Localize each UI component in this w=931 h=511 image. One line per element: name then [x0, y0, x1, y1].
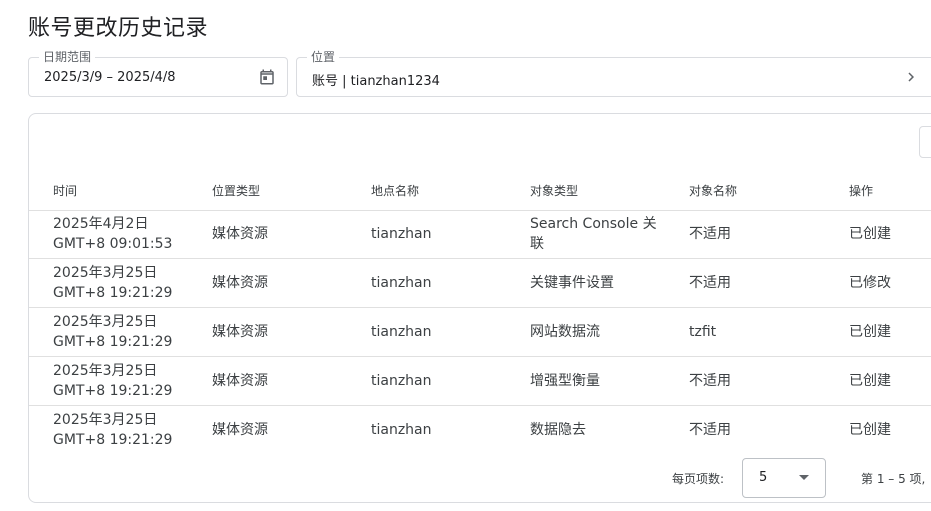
object-type-cell: 增强型衡量 [530, 373, 600, 389]
action-cell: 已修改 [849, 275, 891, 291]
location-field[interactable]: 位置 账号 | tianzhan1234 [296, 50, 931, 97]
table-row[interactable]: 2025年4月2日 GMT+8 09:01:53 媒体资源 tianzhan S… [29, 210, 931, 259]
location-label: 位置 [307, 50, 340, 64]
location-type-cell: 媒体资源 [212, 226, 268, 242]
time-text: GMT+8 09:01:53 [53, 236, 173, 252]
table-row[interactable]: 2025年3月25日 GMT+8 19:21:29 媒体资源 tianzhan … [29, 259, 931, 308]
location-type-cell: 媒体资源 [212, 324, 268, 340]
object-name-cell: tzfit [689, 324, 717, 340]
table-tools-button[interactable] [919, 126, 931, 158]
object-type-cell: Search Console 关联 [530, 216, 657, 252]
calendar-icon[interactable] [258, 68, 276, 86]
object-name-cell: 不适用 [689, 275, 731, 291]
location-name-cell: tianzhan [371, 226, 432, 242]
table-row[interactable]: 2025年3月25日 GMT+8 19:21:29 媒体资源 tianzhan … [29, 406, 931, 455]
header-object-name[interactable]: 对象名称 [689, 182, 737, 199]
date-text: 2025年3月25日 [53, 265, 158, 281]
object-type-cell: 数据隐去 [530, 422, 586, 438]
header-location-type[interactable]: 位置类型 [212, 182, 260, 199]
location-type-cell: 媒体资源 [212, 373, 268, 389]
time-cell: 2025年3月25日 GMT+8 19:21:29 [53, 259, 172, 307]
date-text: 2025年3月25日 [53, 412, 158, 428]
dropdown-arrow-icon [799, 475, 809, 480]
header-time[interactable]: 时间 [53, 182, 77, 199]
action-cell: 已创建 [849, 324, 891, 340]
location-name-cell: tianzhan [371, 422, 432, 438]
location-name-cell: tianzhan [371, 324, 432, 340]
table-row[interactable]: 2025年3月25日 GMT+8 19:21:29 媒体资源 tianzhan … [29, 357, 931, 406]
date-range-label: 日期范围 [39, 50, 96, 64]
time-text: GMT+8 19:21:29 [53, 285, 173, 301]
object-type-cell: 关键事件设置 [530, 275, 614, 291]
object-name-cell: 不适用 [689, 373, 731, 389]
page-title: 账号更改历史记录 [28, 16, 209, 41]
time-cell: 2025年3月25日 GMT+8 19:21:29 [53, 357, 172, 405]
time-text: GMT+8 19:21:29 [53, 383, 173, 399]
time-text: GMT+8 19:21:29 [53, 334, 173, 350]
object-name-cell: 不适用 [689, 422, 731, 438]
time-cell: 2025年3月25日 GMT+8 19:21:29 [53, 406, 172, 454]
object-type-cell: 网站数据流 [530, 324, 600, 340]
location-type-cell: 媒体资源 [212, 422, 268, 438]
location-name-cell: tianzhan [371, 373, 432, 389]
page-range-text: 第 1 – 5 项, [861, 472, 926, 486]
time-cell: 2025年3月25日 GMT+8 19:21:29 [53, 308, 172, 356]
time-text: GMT+8 19:21:29 [53, 432, 173, 448]
action-cell: 已创建 [849, 373, 891, 389]
location-value: 账号 | tianzhan1234 [312, 74, 440, 89]
location-type-cell: 媒体资源 [212, 275, 268, 291]
header-location-name[interactable]: 地点名称 [371, 182, 419, 199]
table-body: 2025年4月2日 GMT+8 09:01:53 媒体资源 tianzhan S… [29, 210, 931, 455]
page-size-label: 每页项数: [672, 472, 725, 486]
date-text: 2025年3月25日 [53, 314, 158, 330]
location-name-cell: tianzhan [371, 275, 432, 291]
history-table-card: 时间 位置类型 地点名称 对象类型 对象名称 操作 2025年4月2日 GMT+… [28, 113, 931, 503]
chevron-right-icon[interactable] [902, 68, 920, 86]
action-cell: 已创建 [849, 226, 891, 242]
date-range-value: 2025/3/9 – 2025/4/8 [44, 70, 176, 85]
date-range-field[interactable]: 日期范围 2025/3/9 – 2025/4/8 [28, 50, 288, 97]
header-object-type[interactable]: 对象类型 [530, 182, 578, 199]
table-header: 时间 位置类型 地点名称 对象类型 对象名称 操作 [29, 175, 931, 211]
date-text: 2025年3月25日 [53, 363, 158, 379]
page-size-select[interactable]: 5 [742, 458, 826, 498]
action-cell: 已创建 [849, 422, 891, 438]
header-action[interactable]: 操作 [849, 182, 873, 199]
object-name-cell: 不适用 [689, 226, 731, 242]
time-cell: 2025年4月2日 GMT+8 09:01:53 [53, 210, 172, 258]
table-row[interactable]: 2025年3月25日 GMT+8 19:21:29 媒体资源 tianzhan … [29, 308, 931, 357]
date-text: 2025年4月2日 [53, 216, 149, 232]
page-size-value: 5 [759, 470, 768, 485]
